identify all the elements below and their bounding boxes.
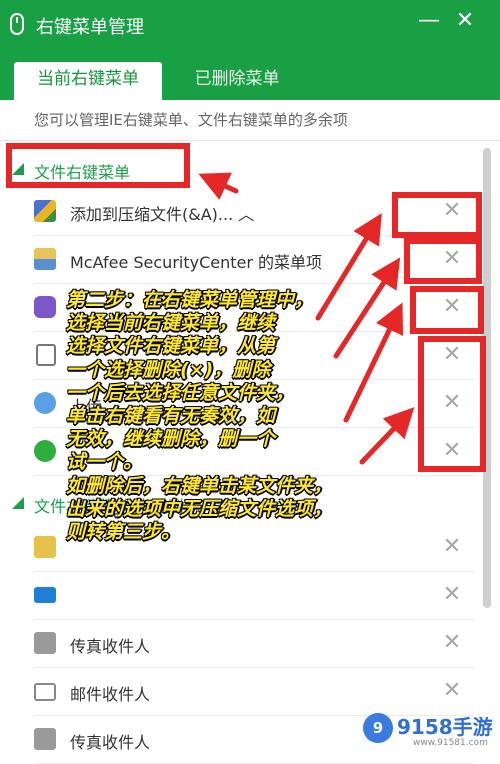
watermark-logo-icon: 9	[363, 713, 393, 743]
annotation-text: 第二步：在右键菜单管理中， 选择当前右键菜单，继续 选择文件右键菜单，从第 一个…	[66, 289, 333, 544]
arrow	[198, 172, 239, 200]
watermark-url: www.91581.com	[413, 738, 488, 748]
watermark: 9 9158手游 www.91581.com	[363, 711, 500, 749]
watermark-name: 9158手游	[397, 715, 493, 739]
